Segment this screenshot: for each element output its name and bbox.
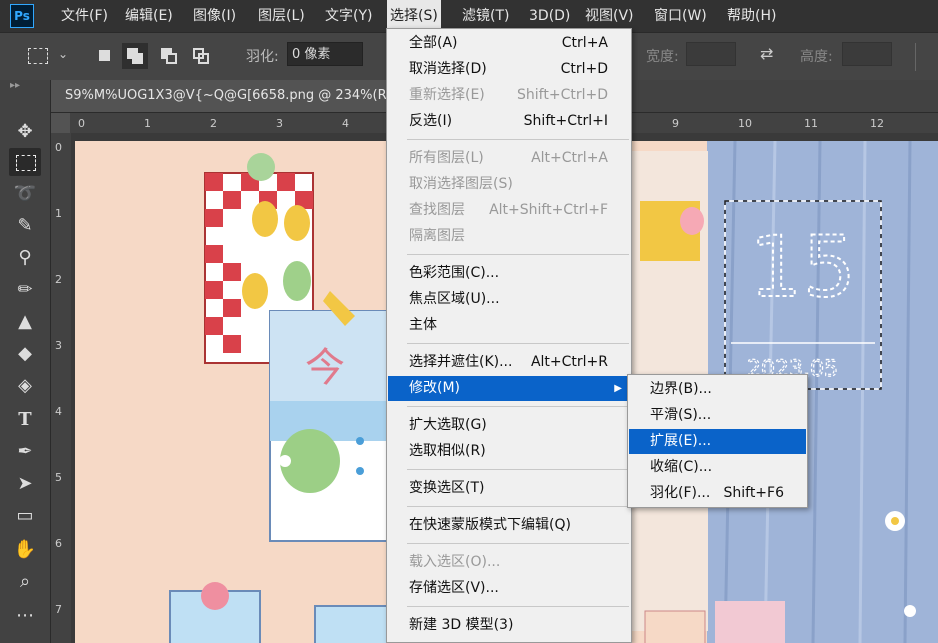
rectangle-tool-icon[interactable]: ▭ xyxy=(9,502,41,530)
menu-item-deselect[interactable]: 取消选择(D) Ctrl+D xyxy=(388,57,630,82)
zoom-tool-icon[interactable]: ⌕ xyxy=(9,568,41,596)
ruler-label: 0 xyxy=(55,141,62,154)
stamp-tool-icon[interactable]: ▲ xyxy=(9,308,41,336)
submenu-item-smooth[interactable]: 平滑(S)... xyxy=(629,403,806,428)
menu-file[interactable]: 文件(F) xyxy=(58,0,111,32)
menu-type[interactable]: 文字(Y) xyxy=(322,0,375,32)
feather-label: 羽化: xyxy=(246,49,279,65)
quick-selection-tool-icon[interactable]: ✎ xyxy=(9,212,41,240)
menu-item-new-3d-model[interactable]: 新建 3D 模型(3) xyxy=(388,613,630,638)
ruler-label: 2 xyxy=(210,117,217,130)
submenu-item-expand[interactable]: 扩展(E)... xyxy=(629,429,806,454)
menu-item-focus-area[interactable]: 焦点区域(U)... xyxy=(388,287,630,312)
width-input[interactable] xyxy=(686,42,736,66)
chevron-down-icon[interactable]: ⌄ xyxy=(58,47,68,61)
menu-item-select-all[interactable]: 全部(A) Ctrl+A xyxy=(388,31,630,56)
document-tab[interactable]: S9%M%UOG1X3@V{~Q@G[6658.png @ 234%(R xyxy=(51,80,405,112)
menu-image[interactable]: 图像(I) xyxy=(190,0,239,32)
submenu-arrow-icon: ▶ xyxy=(614,383,622,394)
ruler-label: 7 xyxy=(55,603,62,616)
brush-tool-icon[interactable]: ✏ xyxy=(9,276,41,304)
ruler-label: 2 xyxy=(55,273,62,286)
ruler-label: 6 xyxy=(55,537,62,550)
submenu-item-border[interactable]: 边界(B)... xyxy=(629,377,806,402)
menu-item-quick-mask[interactable]: 在快速蒙版模式下编辑(Q) xyxy=(388,513,630,538)
height-label: 高度: xyxy=(800,49,833,65)
pen-tool-icon[interactable]: ✒ xyxy=(9,438,41,466)
menu-separator xyxy=(407,139,629,140)
menu-separator xyxy=(407,254,629,255)
ruler-label: 1 xyxy=(55,207,62,220)
rect-marquee-preset-icon[interactable] xyxy=(28,48,48,64)
menu-item-transform-selection[interactable]: 变换选区(T) xyxy=(388,476,630,501)
ruler-label: 4 xyxy=(55,405,62,418)
menu-item-isolate-layers: 隔离图层 xyxy=(409,228,465,244)
subtract-selection-mode-icon[interactable] xyxy=(156,43,182,69)
ruler-label: 4 xyxy=(342,117,349,130)
menu-item-modify[interactable]: 修改(M) ▶ xyxy=(388,376,630,401)
eyedropper-tool-icon[interactable]: ⚲ xyxy=(9,244,41,272)
panel-grip-icon[interactable]: ▸▸ xyxy=(10,80,20,91)
ruler-label: 11 xyxy=(804,117,818,130)
eraser-tool-icon[interactable]: ◆ xyxy=(9,340,41,368)
menu-item-grow[interactable]: 扩大选取(G) xyxy=(388,413,630,438)
menu-item-save-selection[interactable]: 存储选区(V)... xyxy=(388,576,630,601)
menu-item-reselect: 重新选择(E) Shift+Ctrl+D xyxy=(409,87,608,103)
menu-separator xyxy=(407,606,629,607)
marquee-tool-icon[interactable] xyxy=(9,148,41,176)
height-input[interactable] xyxy=(842,42,892,66)
feather-input[interactable]: 0 像素 xyxy=(287,42,363,66)
ruler-vertical: 0 1 2 3 4 5 6 7 xyxy=(51,133,72,643)
svg-text:今: 今 xyxy=(305,345,345,391)
photoshop-logo: Ps xyxy=(10,4,34,28)
ruler-label: 1 xyxy=(144,117,151,130)
menu-separator xyxy=(407,343,629,344)
menu-item-subject[interactable]: 主体 xyxy=(388,313,630,338)
menu-item-similar[interactable]: 选取相似(R) xyxy=(388,439,630,464)
ruler-label: 0 xyxy=(78,117,85,130)
menu-item-color-range[interactable]: 色彩范围(C)... xyxy=(388,261,630,286)
ruler-label: 9 xyxy=(672,117,679,130)
ruler-label: 3 xyxy=(55,339,62,352)
menu-item-all-layers: 所有图层(L) Alt+Ctrl+A xyxy=(409,150,608,166)
submenu-item-contract[interactable]: 收缩(C)... xyxy=(629,455,806,480)
menu-separator xyxy=(407,543,629,544)
path-selection-tool-icon[interactable]: ➤ xyxy=(9,470,41,498)
ruler-label: 3 xyxy=(276,117,283,130)
paint-bucket-tool-icon[interactable]: ◈ xyxy=(9,372,41,400)
more-tools-icon[interactable]: ⋯ xyxy=(9,602,41,630)
menu-separator xyxy=(407,469,629,470)
menu-item-find-layers: 查找图层 Alt+Shift+Ctrl+F xyxy=(409,202,608,218)
menu-help[interactable]: 帮助(H) xyxy=(724,0,779,32)
menu-separator xyxy=(407,506,629,507)
menu-layer[interactable]: 图层(L) xyxy=(255,0,308,32)
ruler-label: 12 xyxy=(870,117,884,130)
ruler-label: 5 xyxy=(55,471,62,484)
menu-edit[interactable]: 编辑(E) xyxy=(122,0,176,32)
add-selection-mode-icon[interactable] xyxy=(122,43,148,69)
menu-separator xyxy=(407,406,629,407)
menu-item-deselect-layers: 取消选择图层(S) xyxy=(409,176,513,192)
divider xyxy=(915,43,916,71)
ruler-label: 10 xyxy=(738,117,752,130)
lasso-tool-icon[interactable]: ➰ xyxy=(9,180,41,208)
new-selection-mode-icon[interactable] xyxy=(92,43,118,69)
intersect-selection-mode-icon[interactable] xyxy=(188,43,214,69)
menu-window[interactable]: 窗口(W) xyxy=(651,0,710,32)
menu-item-load-selection: 载入选区(O)... xyxy=(409,554,501,570)
width-label: 宽度: xyxy=(646,49,679,65)
tools-panel: ▸▸ ✥ ➰ ✎ ⚲ ✏ ▲ ◆ ◈ T ✒ ➤ ▭ ✋ ⌕ ⋯ xyxy=(0,80,51,643)
menu-item-inverse[interactable]: 反选(I) Shift+Ctrl+I xyxy=(388,109,630,134)
submenu-item-feather[interactable]: 羽化(F)... Shift+F6 xyxy=(629,481,806,506)
modify-submenu: 边界(B)... 平滑(S)... 扩展(E)... 收缩(C)... 羽化(F… xyxy=(627,374,808,508)
hand-tool-icon[interactable]: ✋ xyxy=(9,536,41,564)
artwork-big-number: 15 xyxy=(749,218,856,316)
menu-item-select-and-mask[interactable]: 选择并遮住(K)... Alt+Ctrl+R xyxy=(388,350,630,375)
move-tool-icon[interactable]: ✥ xyxy=(9,118,41,146)
select-menu-dropdown: 全部(A) Ctrl+A 取消选择(D) Ctrl+D 重新选择(E) Shift+C… xyxy=(386,28,632,643)
type-tool-icon[interactable]: T xyxy=(9,406,41,434)
swap-icon[interactable]: ⇄ xyxy=(760,44,773,63)
